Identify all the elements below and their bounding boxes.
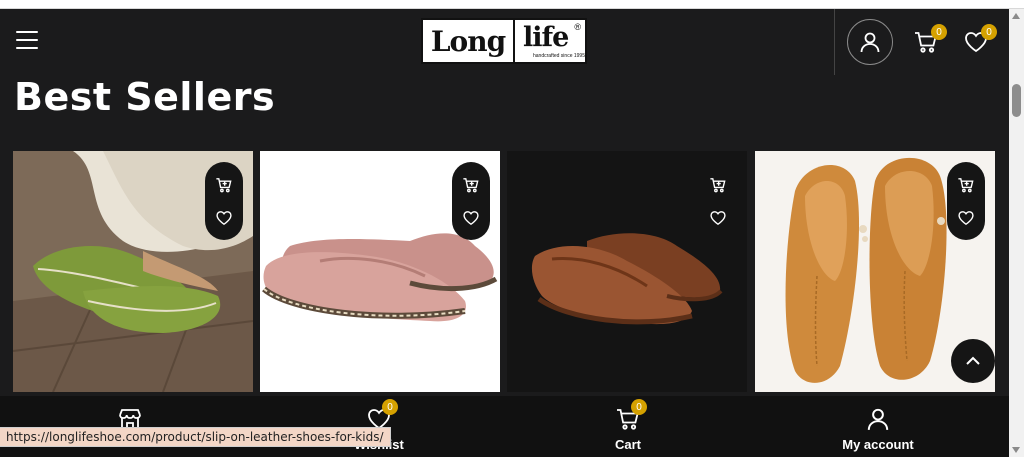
cart-icon — [216, 177, 232, 192]
scroll-up-arrow-icon[interactable] — [1012, 13, 1020, 19]
scrollbar-thumb[interactable] — [1012, 84, 1021, 117]
header-wishlist-button[interactable]: 0 — [963, 24, 997, 55]
account-button[interactable] — [847, 19, 893, 65]
product-card-1[interactable] — [13, 151, 253, 392]
wishlist-count-badge: 0 — [382, 399, 398, 415]
bottom-nav-cart-label: Cart — [614, 437, 641, 452]
header-cart-button[interactable]: 0 — [913, 24, 947, 55]
logo-tagline: handcrafted since 1995 — [533, 53, 585, 59]
heart-icon — [463, 210, 479, 225]
browser-top-strip — [0, 0, 1024, 9]
cart-icon — [463, 177, 479, 192]
link-status-url: https://longlifeshoe.com/product/slip-on… — [0, 427, 391, 447]
user-icon — [860, 32, 880, 53]
product-actions — [699, 162, 737, 240]
wishlist-count-badge: 0 — [981, 24, 997, 40]
user-icon — [867, 408, 889, 430]
add-to-cart-button[interactable] — [708, 175, 728, 195]
add-to-cart-button[interactable] — [461, 175, 481, 195]
bottom-nav-account[interactable]: My account — [818, 406, 938, 454]
add-to-cart-button[interactable] — [956, 175, 976, 195]
product-actions — [947, 162, 985, 240]
cart-count-badge: 0 — [931, 24, 947, 40]
site-header: Long life ® handcrafted since 1995 0 0 — [0, 9, 1009, 75]
cart-count-badge: 0 — [631, 399, 647, 415]
bottom-nav-account-label: My account — [842, 437, 914, 452]
scroll-to-top-button[interactable] — [951, 339, 995, 383]
heart-icon — [710, 210, 726, 225]
add-to-wishlist-button[interactable] — [214, 208, 234, 228]
logo-registered: ® — [574, 22, 581, 32]
header-divider — [834, 9, 835, 75]
menu-icon[interactable] — [16, 31, 38, 49]
product-actions — [205, 162, 243, 240]
section-title: Best Sellers — [14, 75, 276, 119]
product-card-3[interactable] — [507, 151, 747, 392]
product-actions — [452, 162, 490, 240]
add-to-cart-button[interactable] — [214, 175, 234, 195]
cart-icon — [958, 177, 974, 192]
add-to-wishlist-button[interactable] — [956, 208, 976, 228]
product-card-2[interactable] — [260, 151, 500, 392]
logo-word-long: Long — [430, 24, 506, 58]
page-scrollbar[interactable] — [1009, 9, 1024, 457]
logo-word-life: life — [523, 22, 569, 53]
add-to-wishlist-button[interactable] — [708, 208, 728, 228]
scroll-down-arrow-icon[interactable] — [1012, 447, 1020, 453]
bottom-nav-cart[interactable]: 0 Cart — [568, 399, 688, 454]
page-content: Long life ® handcrafted since 1995 0 0 B… — [0, 9, 1009, 457]
site-logo[interactable]: Long life ® handcrafted since 1995 — [421, 18, 587, 64]
chevron-up-icon — [966, 356, 980, 365]
add-to-wishlist-button[interactable] — [461, 208, 481, 228]
cart-icon — [710, 177, 726, 192]
heart-icon — [216, 210, 232, 225]
heart-icon — [958, 210, 974, 225]
